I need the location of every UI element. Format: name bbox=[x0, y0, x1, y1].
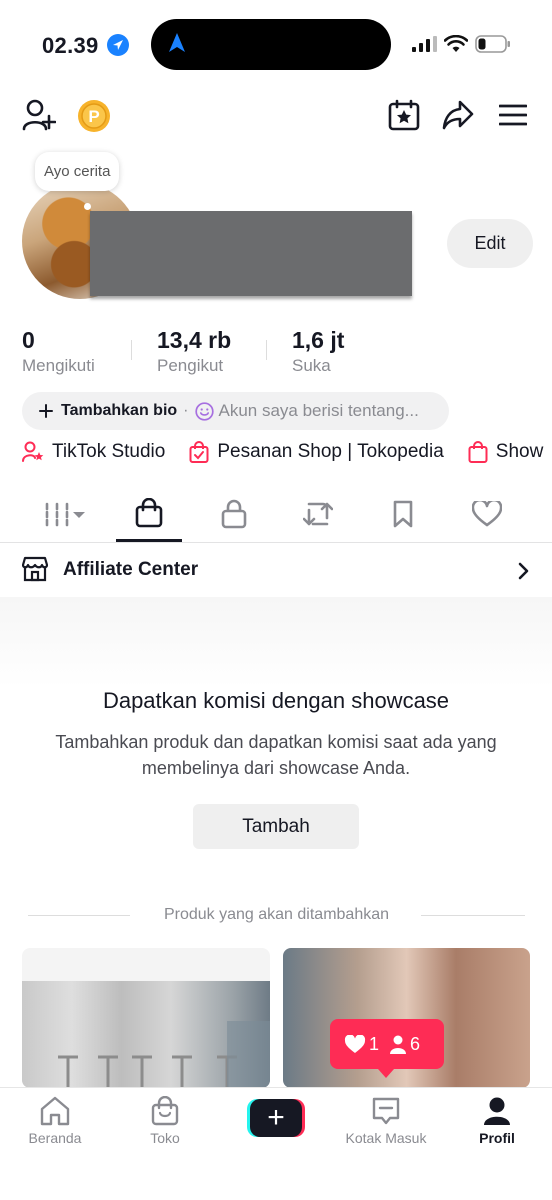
tab-favorites-bookmark[interactable] bbox=[392, 500, 414, 528]
tab-shop[interactable] bbox=[135, 498, 163, 528]
location-icon bbox=[107, 34, 129, 56]
nav-shop[interactable]: Toko bbox=[110, 1096, 220, 1146]
battery-icon bbox=[475, 35, 510, 53]
stat-divider bbox=[131, 340, 132, 360]
add-bio-label: Tambahkan bio bbox=[61, 402, 178, 419]
coin-icon[interactable]: P bbox=[77, 99, 111, 133]
stat-label: Suka bbox=[292, 356, 331, 375]
nav-inbox[interactable]: Kotak Masuk bbox=[331, 1096, 441, 1146]
chevron-right-icon bbox=[518, 562, 529, 580]
studio-user-star-icon bbox=[22, 441, 44, 462]
showcase-title: Dapatkan komisi dengan showcase bbox=[102, 688, 450, 713]
share-icon[interactable] bbox=[442, 100, 474, 130]
tab-videos-grid[interactable] bbox=[44, 502, 86, 528]
affiliate-center-label: Affiliate Center bbox=[63, 559, 199, 580]
person-filled-icon bbox=[390, 1035, 406, 1054]
heart-filled-icon bbox=[344, 1034, 366, 1053]
link-label: Pesanan Shop | Tokopedia bbox=[217, 441, 444, 462]
active-tab-indicator bbox=[116, 539, 182, 542]
new-activity-pill[interactable]: 1 6 bbox=[330, 1019, 444, 1069]
link-shop-orders[interactable]: Pesanan Shop | Tokopedia bbox=[189, 441, 444, 463]
shopping-bag-check-icon bbox=[189, 441, 209, 463]
link-showcase[interactable]: Show bbox=[468, 441, 544, 463]
add-product-button[interactable]: Tambah bbox=[193, 804, 359, 849]
tab-private-lock[interactable] bbox=[221, 499, 247, 529]
stat-following[interactable]: 0 Mengikuti bbox=[22, 327, 95, 376]
stat-likes[interactable]: 1,6 jt Suka bbox=[292, 327, 344, 376]
bubble-dot bbox=[84, 203, 91, 210]
nav-label: Kotak Masuk bbox=[345, 1130, 427, 1146]
dynamic-island bbox=[151, 19, 391, 70]
edit-profile-button[interactable]: Edit bbox=[447, 219, 533, 268]
stat-value: 0 bbox=[22, 327, 35, 353]
store-icon bbox=[22, 556, 48, 582]
quick-links-row: TikTok Studio Pesanan Shop | Tokopedia S… bbox=[22, 438, 552, 466]
create-button[interactable]: + bbox=[247, 1099, 305, 1137]
divider-line bbox=[421, 915, 525, 916]
bottom-navigation: Beranda Toko + Kotak Masuk Profil bbox=[0, 1087, 552, 1200]
stat-label: Mengikuti bbox=[22, 356, 95, 375]
nav-label: Toko bbox=[150, 1130, 180, 1146]
profile-tabs bbox=[0, 490, 552, 543]
plus-icon bbox=[39, 404, 53, 418]
redacted-username bbox=[90, 211, 412, 296]
link-label: TikTok Studio bbox=[52, 441, 166, 462]
products-divider: Produk yang akan ditambahkan bbox=[28, 904, 525, 926]
calendar-star-icon[interactable] bbox=[388, 99, 420, 131]
nav-home[interactable]: Beranda bbox=[0, 1096, 110, 1146]
nav-label: Beranda bbox=[28, 1130, 82, 1146]
link-tiktok-studio[interactable]: TikTok Studio bbox=[22, 441, 165, 463]
product-card[interactable] bbox=[22, 948, 270, 1088]
new-likes-count: 1 bbox=[368, 1033, 379, 1054]
profile-filled-icon bbox=[484, 1097, 510, 1125]
showcase-description: Tambahkan produk dan dapatkan komisi saa… bbox=[55, 732, 497, 778]
nav-profile[interactable]: Profil bbox=[442, 1096, 552, 1146]
shopping-bag-icon bbox=[468, 441, 488, 463]
bio-placeholder: Akun saya berisi tentang... bbox=[218, 401, 419, 420]
add-friend-icon[interactable] bbox=[22, 99, 56, 131]
nav-label: Profil bbox=[479, 1130, 515, 1146]
stat-followers[interactable]: 13,4 rb Pengikut bbox=[157, 327, 231, 376]
tab-liked-heart[interactable] bbox=[472, 501, 502, 527]
luggage-illustration bbox=[58, 1021, 270, 1088]
affiliate-center-row[interactable]: Affiliate Center bbox=[0, 543, 552, 597]
stat-value: 1,6 jt bbox=[292, 327, 345, 353]
signal-icon bbox=[412, 36, 437, 52]
status-time: 02.39 bbox=[42, 33, 99, 58]
stat-divider bbox=[266, 340, 267, 360]
shop-bag-icon bbox=[151, 1096, 179, 1126]
pill-tail bbox=[378, 1069, 394, 1078]
story-bubble[interactable]: Ayo cerita bbox=[35, 152, 120, 191]
new-followers-count: 6 bbox=[410, 1033, 421, 1054]
menu-icon[interactable] bbox=[499, 104, 527, 126]
smiley-icon bbox=[194, 401, 214, 421]
plus-icon: + bbox=[250, 1099, 302, 1137]
inbox-icon bbox=[372, 1097, 400, 1125]
bio-separator: · bbox=[183, 402, 189, 419]
stat-value: 13,4 rb bbox=[157, 327, 232, 353]
add-bio-pill[interactable]: Tambahkan bio · Akun saya berisi tentang… bbox=[22, 392, 449, 430]
svg-text:P: P bbox=[88, 107, 99, 126]
wifi-icon bbox=[444, 35, 468, 52]
home-icon bbox=[40, 1096, 70, 1126]
product-image bbox=[22, 981, 270, 1088]
stat-label: Pengikut bbox=[157, 356, 224, 375]
tab-reposts[interactable] bbox=[303, 500, 333, 528]
link-label: Show bbox=[495, 441, 544, 462]
status-bar: 02.39 bbox=[0, 0, 552, 90]
navigation-arrow-icon bbox=[169, 33, 185, 52]
